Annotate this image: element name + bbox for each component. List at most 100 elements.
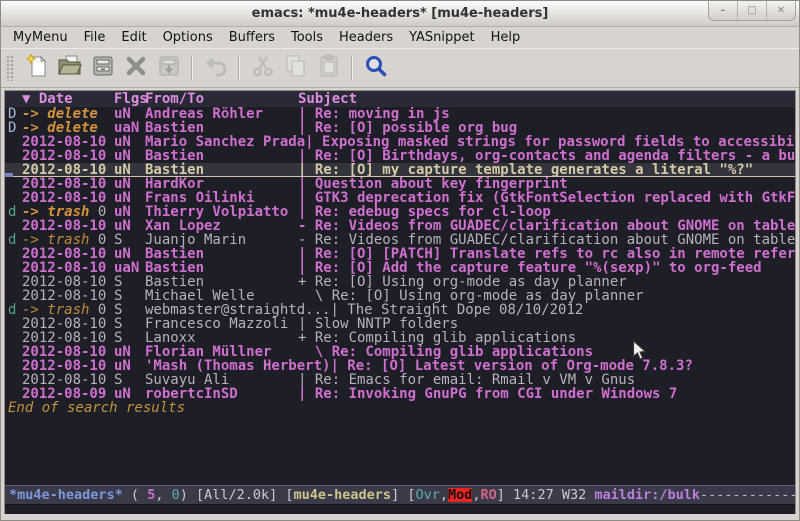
menu-edit[interactable]: Edit [113, 28, 154, 47]
message-row[interactable]: 2012-08-10uNHardKor| Question about key … [5, 177, 795, 191]
modeline-size-info: ) [All/2.0k] [ [180, 488, 294, 502]
message-row[interactable]: 2012-08-10uNMario Sanchez Prada| Exposin… [5, 135, 795, 149]
emacs-window: emacs: *mu4e-headers* [mu4e-headers] –□✕… [0, 0, 800, 521]
message-row[interactable]: 2012-08-10uNBastien| Re: [O] my capture … [5, 163, 795, 177]
modeline-overwrite-flag: Ovr [415, 488, 439, 502]
message-date: -> trash 0 [22, 303, 114, 317]
message-flags: uN [114, 359, 145, 373]
message-mark [5, 219, 22, 233]
message-from: Suvayu Ali [145, 373, 298, 387]
column-header-from[interactable]: From/To [145, 92, 298, 106]
message-row[interactable]: 2012-08-10SSuvayu Ali| Re: Emacs for ema… [5, 373, 795, 387]
column-header-flags[interactable]: Flgs [114, 92, 145, 106]
message-flags: uN [114, 247, 145, 261]
save-button[interactable] [86, 53, 119, 83]
message-row[interactable]: d-> trash 0SJuanjo Marin- Re: Videos fro… [5, 233, 795, 247]
toolbar-separator [238, 56, 240, 80]
menu-help[interactable]: Help [483, 28, 529, 47]
message-mark: d [5, 205, 22, 219]
message-date: -> trash 0 [22, 233, 114, 247]
open-folder-button[interactable] [53, 53, 86, 83]
message-from: Frans Oilinki [145, 191, 298, 205]
menu-yasnippet[interactable]: YASnippet [401, 28, 483, 47]
message-row[interactable]: 2012-08-10uNXan Lopez- Re: Videos from G… [5, 219, 795, 233]
modeline-position-open: ( [123, 488, 147, 502]
message-from: Thierry Volpiatto [145, 205, 298, 219]
search-icon [363, 53, 389, 83]
message-from: Bastien [145, 247, 298, 261]
menu-headers[interactable]: Headers [331, 28, 401, 47]
end-of-search-results: End of search results [5, 401, 795, 415]
message-flags: S [114, 373, 145, 387]
undo-button [199, 53, 232, 83]
message-row[interactable]: d-> trash 0uNThierry Volpiatto| Re: edeb… [5, 205, 795, 219]
toolbar-separator [191, 56, 193, 80]
message-row[interactable]: D-> deleteuaNBastien| Re: [O] possible o… [5, 121, 795, 135]
minimize-button[interactable]: – [709, 1, 737, 20]
search-button[interactable] [359, 53, 392, 83]
message-date: 2012-08-10 [22, 163, 114, 176]
message-row[interactable]: 2012-08-10SMichael Welle \ Re: [O] Using… [5, 289, 795, 303]
message-from: Xan Lopez [145, 219, 298, 233]
message-row[interactable]: 2012-08-10uNBastien| Re: [O] Birthdays, … [5, 149, 795, 163]
message-row[interactable]: D-> deleteuNAndreas Röhler| Re: moving i… [5, 107, 795, 121]
message-mark [5, 135, 22, 149]
menu-file[interactable]: File [76, 28, 114, 47]
message-flags: uN [114, 345, 145, 359]
modeline-buffer-name: *mu4e-headers* [9, 488, 123, 502]
menu-options[interactable]: Options [155, 28, 221, 47]
message-row[interactable]: 2012-08-10uNFrans Oilinki| GTK3 deprecat… [5, 191, 795, 205]
menu-tools[interactable]: Tools [283, 28, 331, 47]
message-row[interactable]: d-> trash 0Swebmaster@straightd...| The … [5, 303, 795, 317]
menu-buffers[interactable]: Buffers [221, 28, 283, 47]
message-mark: D [5, 121, 22, 135]
message-mark [5, 261, 22, 275]
save-as-button [152, 53, 185, 83]
close-button[interactable] [119, 53, 152, 83]
save-icon [90, 53, 116, 83]
message-row[interactable]: 2012-08-10SLanoxx+ Re: Compiling glib ap… [5, 331, 795, 345]
modeline-position-sep: , [155, 488, 171, 502]
toolbar-grip-handle[interactable] [6, 55, 15, 81]
message-from: Bastien [145, 121, 298, 135]
message-date: 2012-08-10 [22, 373, 114, 387]
column-header-date[interactable]: ▼ Date [22, 92, 114, 106]
new-file-icon [24, 53, 50, 83]
message-mark [5, 387, 22, 401]
menu-mymenu[interactable]: MyMenu [5, 28, 76, 47]
column-header-subject[interactable]: Subject [298, 92, 357, 106]
new-file-button[interactable] [20, 53, 53, 83]
cut-button [246, 53, 279, 83]
message-mark [5, 275, 22, 289]
message-mark [5, 247, 22, 261]
message-subject: | Re: Emacs for email: Rmail v VM v Gnus [298, 373, 635, 387]
headers-column-row: ▼ Date Flgs From/To Subject [5, 91, 795, 107]
message-flags: uN [114, 149, 145, 163]
message-subject: \ Re: [O] Using org-mode as day planner [298, 289, 644, 303]
echo-area [5, 505, 795, 514]
message-row[interactable]: 2012-08-09uNrobertcInSD| Re: Invoking Gn… [5, 387, 795, 401]
message-flags: uN [114, 191, 145, 205]
message-row[interactable]: 2012-08-10uNBastien| Re: [O] [PATCH] Tra… [5, 247, 795, 261]
message-row[interactable]: 2012-08-10uN'Mash (Thomas Herbert)| Re: … [5, 359, 795, 373]
message-row[interactable]: 2012-08-10SBastien+ Re: [O] Using org-mo… [5, 275, 795, 289]
close-button[interactable]: ✕ [766, 1, 795, 20]
message-subject: | Re: moving in js [298, 107, 450, 121]
modeline-time-and-week: ] 14:27 W32 [497, 488, 595, 502]
modeline-flags-open: ] [ [391, 488, 415, 502]
message-from: Bastien [145, 149, 298, 163]
message-mark: D [5, 107, 22, 121]
message-subject: | Re: [O] possible org bug [298, 121, 517, 135]
message-row[interactable]: 2012-08-10uaNBastien| Re: [O] Add the ca… [5, 261, 795, 275]
message-subject: + Re: Compiling glib applications [298, 331, 576, 345]
message-mark [5, 345, 22, 359]
message-row[interactable]: 2012-08-10SFrancesco Mazzoli| Slow NNTP … [5, 317, 795, 331]
message-row[interactable]: 2012-08-10uNFlorian Müllner \ Re: Compil… [5, 345, 795, 359]
open-folder-icon [57, 53, 83, 83]
maximize-button[interactable]: □ [737, 1, 766, 20]
cut-icon [250, 53, 276, 83]
message-subject: | Re: [O] Latest version of Org-mode 7.8… [330, 359, 692, 373]
message-subject: | Re: Invoking GnuPG from CGI under Wind… [298, 387, 677, 401]
message-subject: | GTK3 deprecation fix (GtkFontSelection… [298, 191, 795, 205]
titlebar[interactable]: emacs: *mu4e-headers* [mu4e-headers] –□✕ [1, 1, 799, 27]
